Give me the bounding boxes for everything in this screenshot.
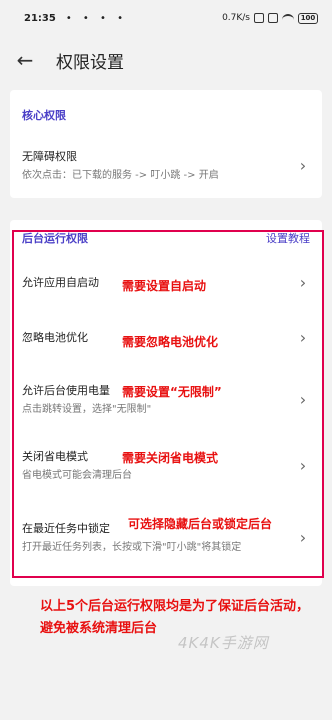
annotation-background-battery: 需要设置“无限制” [122,383,222,400]
permission-row-recent-tasks-lock[interactable]: 在最近任务中锁定 打开最近任务列表，长按或下滑"叮小跳"将其锁定 › [10,498,322,576]
background-permissions-title: 后台运行权限 [22,232,88,245]
background-permissions-header: 后台运行权限 设置教程 [10,220,322,256]
core-permissions-title: 核心权限 [22,109,66,122]
watermark: 4K4K手游网 [178,634,269,652]
alarm-icon [254,13,264,23]
notification-dots: • • • • [65,12,127,24]
signal-icon [268,13,278,23]
row-desc: 打开最近任务列表，长按或下滑"叮小跳"将其锁定 [22,541,242,553]
chevron-right-icon: › [299,527,307,547]
arrow-left-icon: ← [16,48,34,72]
battery-icon: 100 [298,12,318,24]
back-button[interactable]: ← [0,36,50,84]
status-time: 21:35 [24,12,56,24]
tutorial-link[interactable]: 设置教程 [266,230,310,246]
wifi-icon [282,13,294,23]
chevron-right-icon: › [299,455,307,475]
app-bar: ← 权限设置 [0,36,332,84]
row-desc: 点击跳转设置，选择"无限制" [22,403,152,415]
row-desc: 依次点击：已下载的服务 -> 叮小跳 -> 开启 [22,169,219,181]
page-title: 权限设置 [56,52,124,73]
annotation-power-saving: 需要关闭省电模式 [122,449,219,466]
permission-row-accessibility[interactable]: 无障碍权限 依次点击：已下载的服务 -> 叮小跳 -> 开启 › [10,140,322,190]
core-permissions-card: 核心权限 无障碍权限 依次点击：已下载的服务 -> 叮小跳 -> 开启 › [10,90,322,198]
status-bar: 21:35 • • • • 0.7K/s 100 [0,0,332,36]
core-permissions-header: 核心权限 [10,90,322,140]
row-texts: 无障碍权限 依次点击：已下载的服务 -> 叮小跳 -> 开启 [22,148,296,183]
bottom-annotation: 以上5个后台运行权限均是为了保证后台活动，避免被系统清理后台 [40,599,310,636]
annotation-battery-optimization: 需要忽略电池优化 [122,333,219,350]
status-right: 0.7K/s 100 [222,12,318,24]
chevron-right-icon: › [299,155,307,175]
annotation-recent-tasks: 可选择隐藏后台或锁定后台 [128,515,273,532]
row-desc: 省电模式可能会清理后台 [22,469,132,481]
chevron-right-icon: › [299,327,307,347]
row-title: 无障碍权限 [22,149,77,163]
network-speed: 0.7K/s [222,13,250,23]
chevron-right-icon: › [299,389,307,409]
annotation-autostart: 需要设置自启动 [122,277,207,294]
chevron-right-icon: › [299,272,307,292]
